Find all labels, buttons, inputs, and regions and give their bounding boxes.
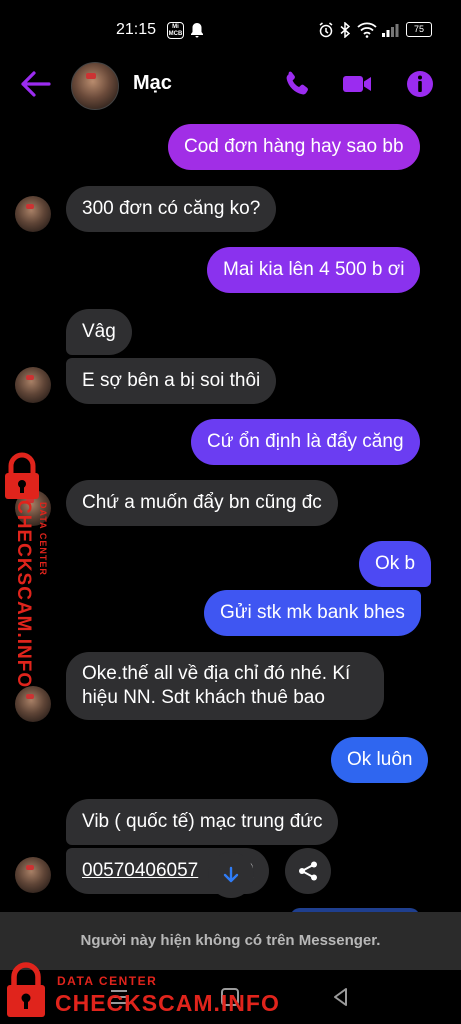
message-bubble-outgoing[interactable]: Ok luôn: [331, 737, 429, 783]
message-bubble-incoming[interactable]: E sợ bên a bị soi thôi: [66, 358, 277, 404]
contact-avatar[interactable]: [71, 62, 119, 110]
contact-avatar-small[interactable]: [15, 367, 51, 403]
message-bubble-incoming[interactable]: Vib ( quốc tế) mạc trung đức: [66, 799, 339, 845]
message-text: Cod đơn hàng hay sao bb: [184, 136, 404, 157]
share-button[interactable]: [285, 848, 331, 894]
message-text: 300 đơn có căng ko?: [82, 198, 261, 219]
contact-avatar-small[interactable]: [15, 196, 51, 232]
scroll-to-bottom-button[interactable]: [208, 852, 254, 898]
message-text-line: Oke.thế all về địa chỉ đó nhé. Kí: [82, 663, 351, 684]
chat-header: Mạc: [0, 58, 461, 113]
watermark-bottom-lock-icon: [7, 962, 45, 1017]
wifi-icon: [357, 22, 377, 38]
status-time: 21:15: [116, 21, 157, 38]
message-text: Vâg: [82, 321, 116, 342]
unavailable-notice: Người này hiện không có trên Messenger.: [0, 912, 461, 970]
message-bubble-incoming[interactable]: Chứ a muốn đẩy bn cũng đc: [66, 480, 338, 526]
message-text: Gửi stk mk bank bhes: [220, 602, 405, 623]
message-text-line: hiệu NN. Sdt khách thuê bao: [82, 687, 325, 708]
message-text: Mai kia lên 4 500 b ơi: [223, 259, 405, 280]
message-text: Chứ a muốn đẩy bn cũng đc: [82, 492, 322, 513]
video-call-icon[interactable]: [341, 68, 373, 100]
phone-call-icon[interactable]: [281, 68, 313, 100]
message-bubble-outgoing[interactable]: Mai kia lên 4 500 b ơi: [207, 247, 421, 293]
back-triangle-icon[interactable]: [330, 986, 352, 1008]
watermark-bottom-text: CHECKSCAM.INFO: [55, 990, 280, 1016]
bell-icon: [191, 23, 203, 38]
message-bubble-incoming[interactable]: Oke.thế all về địa chỉ đó nhé. Kí hiệu N…: [66, 652, 384, 720]
alarm-icon: [319, 22, 333, 38]
message-bubble-outgoing[interactable]: Ok b: [359, 541, 432, 587]
bluetooth-icon: [340, 22, 350, 38]
message-text: Ok luôn: [347, 749, 413, 770]
message-text: Ok b: [375, 553, 416, 574]
message-bubble-outgoing[interactable]: Cứ ổn định là đẩy căng: [191, 419, 420, 465]
watermark-bottom-subtext: DATA CENTER: [57, 974, 158, 988]
arrow-down-icon: [223, 866, 239, 883]
message-text: E sợ bên a bị soi thôi: [82, 370, 261, 391]
signal-icon: [382, 24, 399, 37]
back-arrow-icon[interactable]: [20, 70, 52, 98]
contact-avatar-small[interactable]: [15, 857, 51, 893]
account-number-link[interactable]: 00570406057: [82, 860, 198, 881]
info-icon[interactable]: [404, 68, 436, 100]
contact-name[interactable]: Mạc: [133, 72, 172, 95]
contact-avatar-small[interactable]: [15, 686, 51, 722]
message-bubble-outgoing[interactable]: Cod đơn hàng hay sao bb: [168, 124, 420, 170]
message-bubble-incoming[interactable]: Vâg: [66, 309, 132, 355]
share-icon: [299, 861, 317, 881]
message-bubble-outgoing[interactable]: Gửi stk mk bank bhes: [204, 590, 421, 636]
mi-badge-icon: Mi MCB: [167, 22, 184, 39]
message-text: Cứ ổn định là đẩy căng: [207, 431, 404, 452]
battery-icon: 75: [406, 22, 432, 37]
watermark-side-subtext: DATA CENTER: [38, 502, 48, 576]
status-bar: 21:15 Mi MCB 75: [0, 0, 461, 58]
message-bubble-incoming[interactable]: 300 đơn có căng ko?: [66, 186, 277, 232]
watermark-side-text: CHECKSCAM.INFO: [13, 500, 34, 689]
message-text: Vib ( quốc tế) mạc trung đức: [82, 811, 323, 832]
